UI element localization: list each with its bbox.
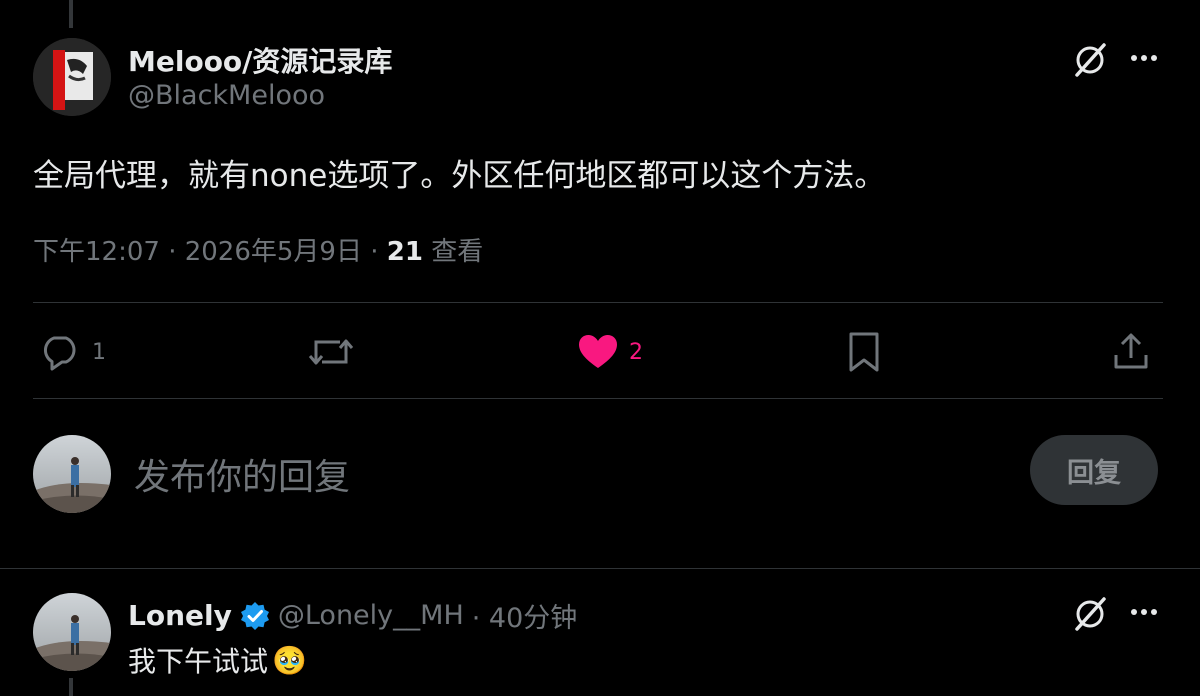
repost-arrows-icon — [308, 339, 354, 365]
reply-more-dots-icon[interactable] — [1122, 598, 1166, 626]
reply-author-handle[interactable]: @Lonely__MH — [278, 600, 464, 631]
share-upload-icon — [1114, 333, 1148, 369]
like-button[interactable]: 2 — [577, 330, 643, 374]
reply-timestamp[interactable]: · 40分钟 — [472, 596, 578, 635]
thread-line-top — [69, 0, 73, 28]
bookmark-icon — [849, 332, 879, 372]
divider-top — [33, 302, 1163, 303]
reply-input[interactable]: 发布你的回复 — [134, 448, 350, 500]
section-separator — [0, 568, 1200, 569]
reply-author-avatar[interactable] — [33, 593, 111, 671]
more-dots-icon[interactable] — [1122, 44, 1166, 72]
heart-filled-icon — [579, 335, 617, 368]
post-text: 全局代理，就有none选项了。外区任何地区都可以这个方法。 — [33, 158, 886, 194]
reply-bubble-icon — [43, 336, 76, 371]
repost-button[interactable] — [306, 330, 366, 374]
thread-line-bottom — [69, 678, 73, 696]
views-count: 21 — [386, 237, 423, 267]
grok-slash-icon[interactable] — [1068, 40, 1112, 80]
post-meta: 下午12:07 · 2026年5月9日 · 21 查看 — [33, 231, 483, 268]
post-timestamp[interactable]: 下午12:07 · 2026年5月9日 · — [33, 237, 387, 267]
reply-author-name[interactable]: Lonely — [128, 599, 232, 632]
reply-text-row: 我下午试试 🥹 — [128, 640, 307, 680]
my-avatar-image — [33, 435, 111, 513]
author-avatar[interactable] — [33, 38, 111, 116]
verified-badge-icon — [240, 601, 269, 630]
my-avatar[interactable] — [33, 435, 111, 513]
reply-avatar-image — [33, 593, 111, 671]
reply-button[interactable]: 1 — [40, 330, 106, 374]
reply-submit-label: 回复 — [1067, 457, 1121, 489]
views-label: 查看 — [431, 237, 484, 267]
bookmark-button[interactable] — [846, 330, 882, 374]
reply-text: 我下午试试 — [128, 645, 269, 678]
reply-submit-button[interactable]: 回复 — [1030, 435, 1158, 505]
like-count: 2 — [629, 339, 643, 365]
author-name[interactable]: Melooo/资源记录库 — [128, 40, 392, 80]
share-button[interactable] — [1112, 330, 1150, 374]
divider-bottom — [33, 398, 1163, 399]
author-avatar-image — [33, 38, 111, 116]
reply-grok-slash-icon[interactable] — [1068, 594, 1112, 634]
reply-count: 1 — [92, 339, 106, 365]
author-handle[interactable]: @BlackMelooo — [128, 80, 325, 111]
pleading-face-emoji: 🥹 — [272, 643, 307, 677]
reply-header: Lonely @Lonely__MH · 40分钟 — [128, 596, 577, 635]
